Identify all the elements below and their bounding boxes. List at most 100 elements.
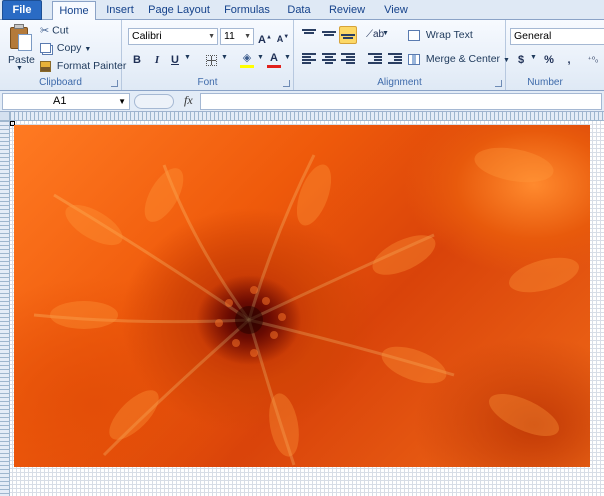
cut-button[interactable]: ✂ Cut [40,24,68,37]
copy-icon [40,43,51,54]
underline-button[interactable]: U [166,51,184,69]
tab-review[interactable]: Review [324,1,370,20]
italic-button[interactable]: I [148,51,166,69]
shrink-font-button[interactable]: A▼ [274,28,292,46]
column-headers[interactable] [10,112,604,121]
tab-file[interactable]: File [2,0,42,20]
decrease-indent-icon [368,53,382,65]
tab-insert[interactable]: Insert [100,1,140,20]
merge-center-button[interactable]: Merge & Center ▼ [408,53,510,65]
paste-dropdown-icon[interactable]: ▼ [16,65,23,72]
number-format-combo[interactable]: General [510,28,604,45]
currency-button[interactable]: $ [512,51,530,69]
font-size-combo[interactable]: 11 ▼ [220,28,254,45]
wrap-text-label: Wrap Text [425,29,473,41]
paintbrush-icon [40,60,51,72]
merge-center-label: Merge & Center [425,53,501,65]
clipboard-launcher-icon[interactable] [111,80,118,87]
paste-button[interactable]: Paste ▼ [2,20,36,76]
fill-color-dropdown-icon[interactable]: ▼ [257,54,264,61]
font-name-combo[interactable]: Calibri ▼ [128,28,218,45]
name-box-dropdown-icon[interactable]: ▼ [118,94,126,109]
cut-label: Cut [52,24,69,37]
borders-dropdown-icon[interactable]: ▼ [221,54,228,61]
increase-decimal-button[interactable]: ⁺⁰₀ [584,51,602,69]
comma-button[interactable]: , [560,51,578,69]
number-format-value: General [514,30,552,42]
font-group-label: Font [197,77,218,88]
align-middle-icon [322,31,336,43]
copy-label: Copy [56,42,82,54]
font-color-dropdown-icon[interactable]: ▼ [284,54,291,61]
underline-dropdown-icon[interactable]: ▼ [184,54,191,61]
clipboard-group-label: Clipboard [39,77,82,88]
merge-center-icon [408,53,420,65]
percent-button[interactable]: % [540,51,558,69]
wrap-text-button[interactable]: Wrap Text [408,29,473,41]
font-color-icon: A [270,52,278,64]
name-box-value: A1 [53,95,67,107]
formula-controls [134,94,174,109]
increase-indent-icon [388,53,402,65]
wrap-text-icon [408,29,420,41]
borders-icon [205,54,217,66]
copy-dropdown-icon[interactable]: ▼ [84,46,91,53]
font-name-dropdown-icon[interactable]: ▼ [208,29,215,44]
ribbon-tab-bar: File Home Insert Page Layout Formulas Da… [0,0,604,21]
select-all-corner[interactable] [0,112,10,121]
shrink-font-icon: A▼ [276,34,290,44]
format-painter-label: Format Painter [56,60,127,72]
align-right-button[interactable] [339,50,357,68]
decrease-indent-button[interactable] [366,50,384,68]
row-headers[interactable] [0,121,10,496]
align-top-icon [302,29,316,41]
orientation-dropdown-icon[interactable]: ▼ [382,30,389,37]
font-color-swatch [267,65,281,68]
increase-decimal-icon: ⁺⁰₀ [587,55,599,64]
chrysanthemum-image[interactable] [14,125,590,467]
tab-formulas[interactable]: Formulas [220,1,274,20]
align-right-icon [341,53,355,65]
align-left-button[interactable] [300,50,318,68]
paste-icon [10,24,32,52]
clipboard-group: Paste ▼ ✂ Cut Copy ▼ Format Painter Clip… [0,20,126,90]
tab-page-layout[interactable]: Page Layout [146,1,212,20]
borders-button[interactable] [202,51,220,69]
align-top-button[interactable] [300,26,318,44]
formula-input[interactable] [200,93,602,110]
align-center-icon [322,53,336,65]
formula-bar: A1 ▼ fx [0,91,604,112]
font-color-button[interactable]: A [265,49,283,68]
align-bottom-button[interactable] [339,26,357,44]
number-group-label: Number [527,77,563,88]
tab-data[interactable]: Data [282,1,316,20]
font-group: Calibri ▼ 11 ▼ A▲ A▼ B I U ▼ ▼ ◈ ▼ A ▼ F… [122,20,294,90]
increase-indent-button[interactable] [386,50,404,68]
bold-button[interactable]: B [128,51,146,69]
name-box[interactable]: A1 ▼ [2,93,130,110]
align-left-icon [302,53,316,65]
insert-function-icon[interactable]: fx [184,93,193,108]
number-group: General $ ▼ % , ⁺⁰₀ Number [506,20,604,90]
grow-font-icon: A▲ [258,33,272,46]
format-painter-button[interactable]: Format Painter [40,60,126,72]
scissors-icon: ✂ [40,25,50,37]
alignment-group: ⟋ab ▼ Wrap Text Merge & Center ▼ Alignme… [294,20,510,90]
ribbon-home: Paste ▼ ✂ Cut Copy ▼ Format Painter Clip… [0,20,604,91]
align-middle-button[interactable] [320,26,338,44]
align-bottom-icon [341,34,355,46]
fill-color-button[interactable]: ◈ [238,49,256,68]
copy-button[interactable]: Copy ▼ [40,42,91,54]
alignment-group-label: Alignment [377,77,422,88]
font-name-value: Calibri [132,30,162,42]
tab-view[interactable]: View [378,1,414,20]
fill-color-swatch [240,65,254,68]
tab-home[interactable]: Home [52,1,96,21]
currency-dropdown-icon[interactable]: ▼ [530,54,537,61]
font-size-dropdown-icon[interactable]: ▼ [244,29,251,44]
font-launcher-icon[interactable] [283,80,290,87]
font-size-value: 11 [224,30,235,42]
alignment-launcher-icon[interactable] [495,80,502,87]
align-center-button[interactable] [320,50,338,68]
grow-font-button[interactable]: A▲ [256,28,274,46]
